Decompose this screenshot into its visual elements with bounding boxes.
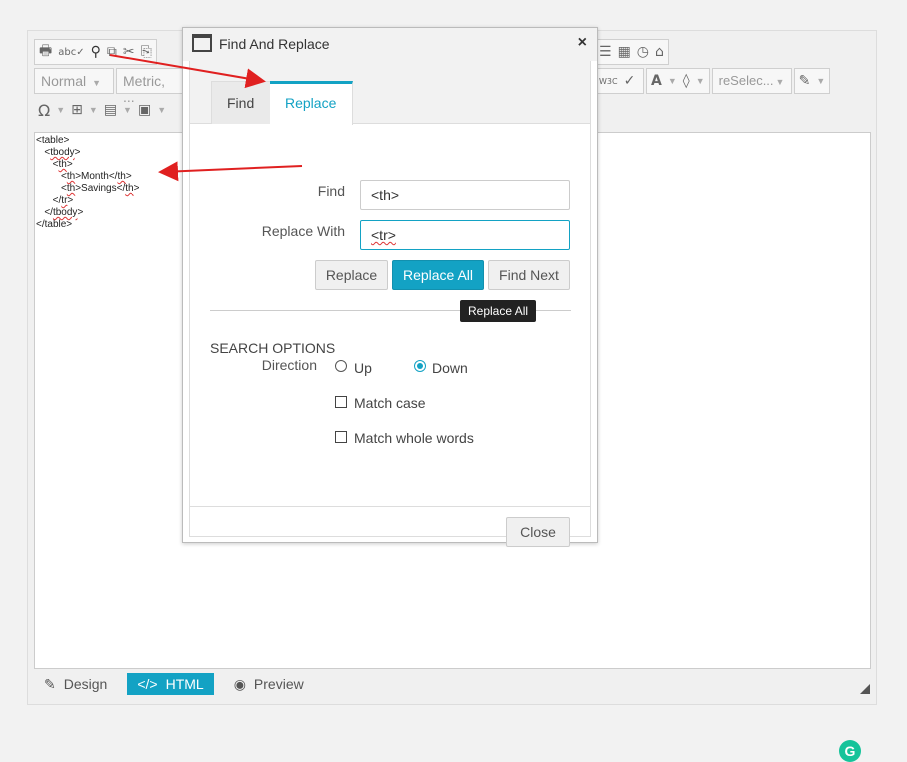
clock-icon[interactable]: ◷ [637, 44, 649, 60]
print-icon[interactable]: 🖶 [39, 40, 52, 64]
replace-icon[interactable]: ⧉ [107, 44, 117, 60]
replace-with-input[interactable]: <tr> [360, 220, 570, 250]
toolbar-row-1-right: ☰ ▦ ◷ ⌂ [594, 39, 669, 65]
find-next-button[interactable]: Find Next [488, 260, 570, 290]
dialog-header: Find And Replace × [183, 28, 597, 61]
validator-button[interactable]: W3C ✓ [594, 68, 644, 94]
design-mode-tab[interactable]: ✎ Design [34, 673, 117, 695]
search-options-title: SEARCH OPTIONS [210, 340, 336, 356]
direction-down-radio[interactable] [414, 360, 426, 372]
table-icon[interactable]: ⊞ [71, 102, 83, 118]
html-mode-tab[interactable]: </> HTML [127, 673, 214, 695]
broom-icon[interactable]: ⌂ [655, 44, 664, 60]
check-icon: ✓ [623, 73, 636, 89]
align-icon[interactable]: ☰ [599, 44, 612, 60]
w3c-validator-icon: W3C [599, 76, 618, 86]
code-line: </tr> [52, 195, 74, 206]
paragraph-format-select[interactable]: Normal ▼ [34, 68, 114, 94]
close-icon[interactable]: × [578, 34, 587, 52]
replace-button[interactable]: Replace [315, 260, 388, 290]
html-source-code: <table> <tbody> <th> <th>Month</th> <th>… [36, 135, 139, 231]
close-button[interactable]: Close [506, 517, 570, 547]
toolbar-row-3: Ω ▼ ⊞ ▼ ▤ ▼ ▣ ▼ [34, 97, 170, 123]
font-name-select[interactable]: Metric, ... [116, 68, 186, 105]
calendar-icon[interactable]: ▦ [618, 44, 631, 60]
paintbrush-icon: ✎ [798, 73, 811, 89]
font-color-icon: A [651, 73, 662, 89]
window-icon [192, 34, 212, 52]
direction-label: Direction [261, 357, 317, 373]
code-icon: </> [137, 676, 158, 692]
tab-find[interactable]: Find [211, 81, 271, 124]
toolbar-row-2: Normal ▼ Metric, ... [34, 68, 186, 105]
match-whole-words-label: Match whole words [354, 430, 474, 446]
match-case-label: Match case [354, 395, 426, 411]
spellcheck-icon[interactable]: abc✓ [58, 47, 84, 58]
direction-up-radio[interactable] [335, 360, 347, 372]
tab-replace[interactable]: Replace [270, 81, 353, 125]
toolbar-row-2-right: W3C ✓ A ▼ ◊ ▼ reSelec... ▼ ✎ ▼ [594, 68, 831, 94]
find-input[interactable]: <th> [360, 180, 570, 210]
resize-handle-icon[interactable] [860, 684, 870, 694]
code-line: <th>Savings</th> [61, 183, 140, 194]
toolbar-row-1: 🖶 abc✓ ⚲ ⧉ ✂ ⎘ [34, 39, 157, 65]
find-replace-dialog: Find And Replace × Find Replace Find <th… [182, 27, 598, 547]
mode-bar: ✎ Design </> HTML ◉ Preview [34, 673, 314, 695]
toolbar-group-insert-objects: Ω ▼ ⊞ ▼ ▤ ▼ ▣ ▼ [38, 100, 167, 120]
pencil-icon: ✎ [44, 675, 56, 692]
background-color-icon: ◊ [682, 73, 690, 89]
direction-down-label: Down [432, 360, 468, 376]
replace-all-tooltip: Replace All [460, 300, 537, 322]
replace-all-button[interactable]: Replace All [392, 260, 484, 290]
copy-icon[interactable]: ⎘ [141, 44, 152, 60]
code-line: <table> [36, 135, 70, 146]
code-line: <th> [52, 159, 73, 170]
match-whole-words-checkbox[interactable] [335, 431, 347, 443]
match-case-checkbox[interactable] [335, 396, 347, 408]
grammarly-icon[interactable]: G [839, 740, 861, 762]
preview-mode-tab[interactable]: ◉ Preview [224, 673, 314, 695]
html-mode-label: HTML [165, 676, 204, 692]
font-color-button[interactable]: A ▼ ◊ ▼ [646, 68, 710, 94]
dialog-tabs: Find Replace [190, 61, 590, 125]
omega-icon[interactable]: Ω [38, 101, 50, 120]
replace-with-value: <tr> [371, 227, 396, 243]
format-painter-button[interactable]: ✎ ▼ [793, 68, 831, 94]
list-icon[interactable]: ▤ [104, 102, 117, 118]
find-label: Find [317, 183, 345, 199]
code-line: </table> [36, 219, 73, 230]
dialog-body: Find Replace Find <th> Replace With <tr>… [189, 61, 591, 547]
code-line: </tbody> [44, 207, 84, 218]
toolbar-group-insert: ☰ ▦ ◷ ⌂ [594, 39, 669, 65]
dialog-title: Find And Replace [219, 36, 330, 52]
design-mode-label: Design [63, 676, 108, 692]
reselect-dropdown[interactable]: reSelec... ▼ [711, 68, 792, 94]
direction-up-label: Up [354, 360, 372, 376]
preview-mode-label: Preview [253, 676, 304, 692]
footer-divider [190, 506, 590, 507]
eye-icon: ◉ [233, 675, 246, 692]
find-binoculars-icon[interactable]: ⚲ [91, 44, 101, 60]
toolbar-group-tools: 🖶 abc✓ ⚲ ⧉ ✂ ⎘ [34, 39, 157, 65]
cut-icon[interactable]: ✂ [123, 44, 135, 60]
code-line: <tbody> [44, 147, 81, 158]
code-line: <th>Month</th> [61, 171, 132, 182]
embed-icon[interactable]: ▣ [138, 102, 151, 118]
replace-with-label: Replace With [261, 223, 345, 239]
